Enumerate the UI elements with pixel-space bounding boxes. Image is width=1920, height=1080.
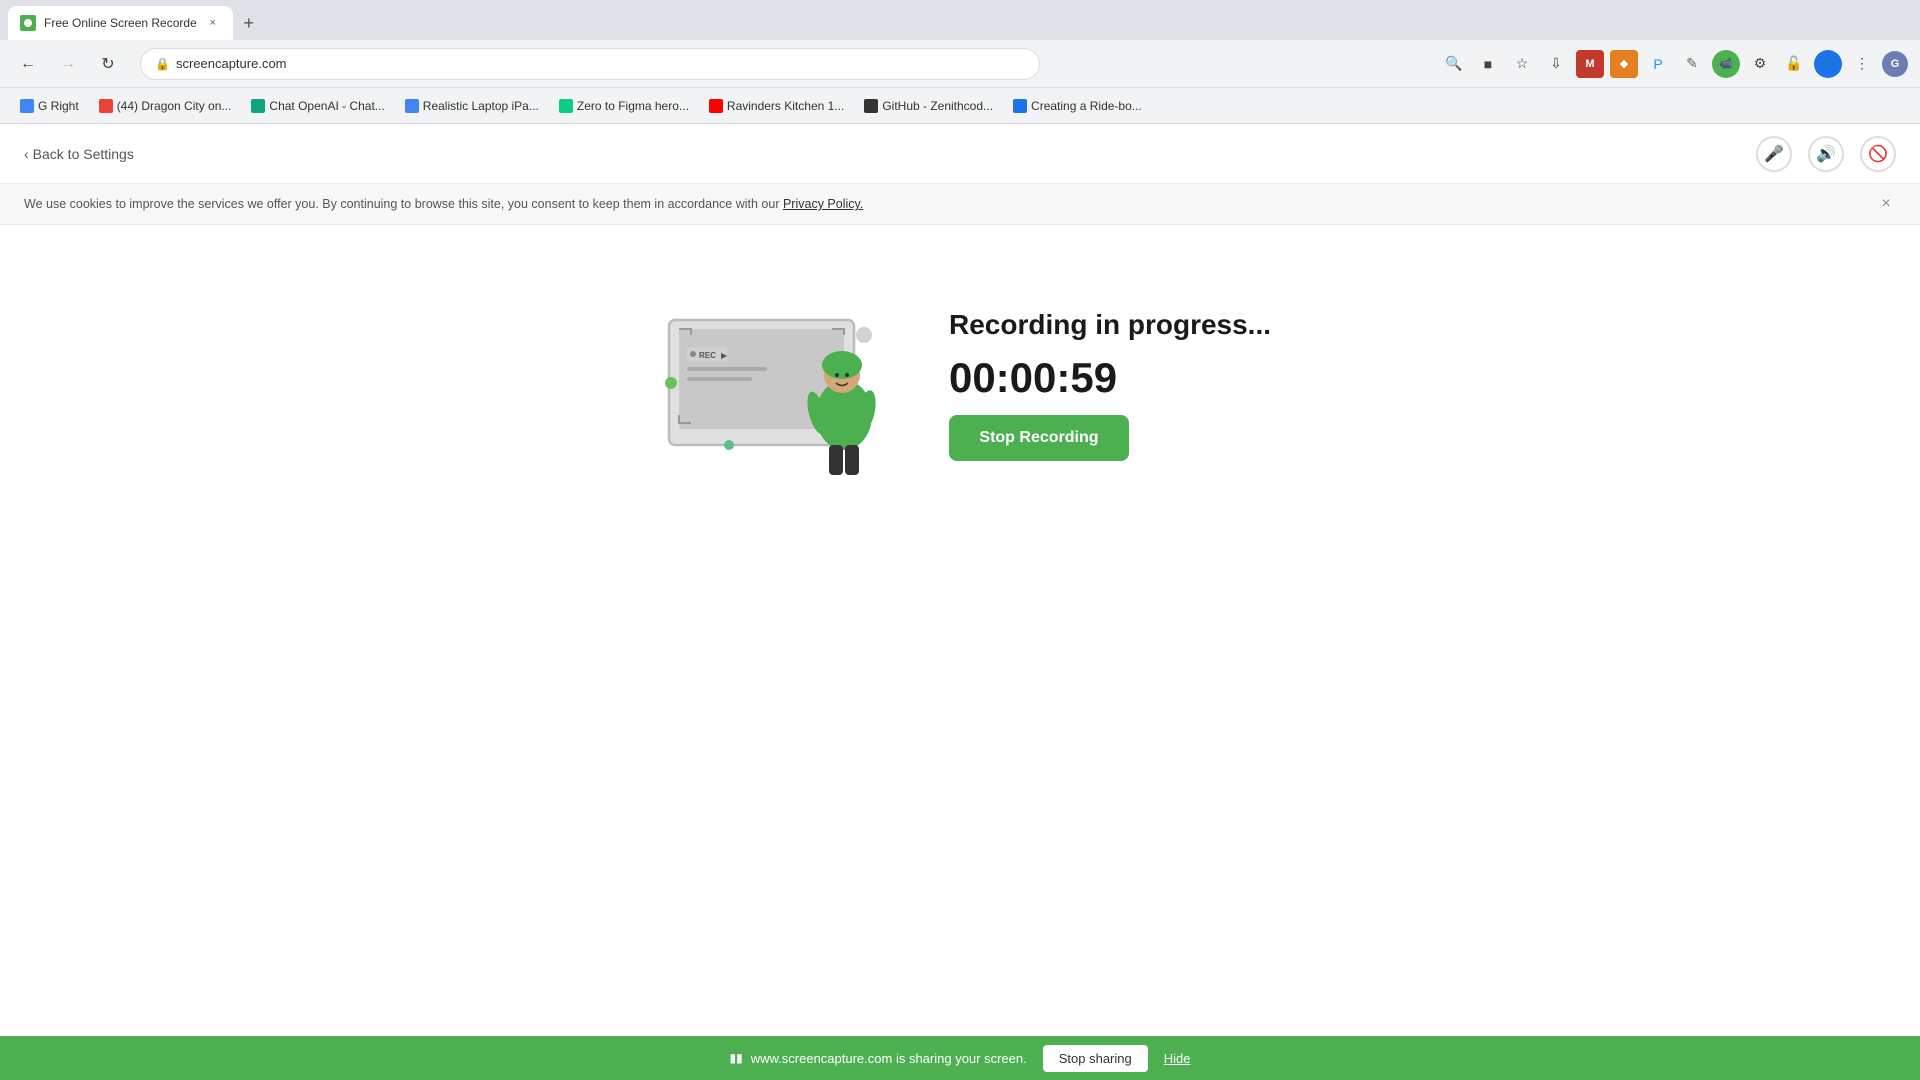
bookmark-label: Chat OpenAI - Chat... — [269, 99, 384, 113]
app-header: ‹ Back to Settings 🎤 🔊 🚫 — [0, 124, 1920, 184]
browser-frame: Free Online Screen Recorde × + ← → ↻ 🔒 s… — [0, 0, 1920, 1080]
bookmark-icon[interactable]: ☆ — [1508, 50, 1536, 78]
recording-illustration: REC ▶ — [649, 305, 889, 465]
bookmark-favicon — [709, 99, 723, 113]
toolbar-right: 🔍 ■ ☆ ⇩ M ◆ P ✎ 📹 ⚙ 🔓 👤 ⋮ G — [1440, 50, 1908, 78]
download-icon[interactable]: ⇩ — [1542, 50, 1570, 78]
pause-icon: ▮▮ — [730, 1051, 743, 1065]
forward-button[interactable]: → — [52, 48, 84, 80]
bookmark-label: Creating a Ride-bo... — [1031, 99, 1142, 113]
recording-info: Recording in progress... 00:00:59 Stop R… — [949, 309, 1271, 461]
ext1-icon[interactable]: M — [1576, 50, 1604, 78]
ext4-icon[interactable]: ✎ — [1678, 50, 1706, 78]
privacy-policy-link[interactable]: Privacy Policy. — [783, 197, 863, 211]
refresh-button[interactable]: ↻ — [92, 48, 124, 80]
address-bar[interactable]: 🔒 screencapture.com — [140, 48, 1040, 80]
recording-section: REC ▶ — [0, 225, 1920, 545]
tab-title: Free Online Screen Recorde — [44, 16, 197, 30]
ext8-icon[interactable]: 👤 — [1814, 50, 1842, 78]
active-tab[interactable]: Free Online Screen Recorde × — [8, 6, 233, 40]
sharing-info: ▮▮ www.screencapture.com is sharing your… — [730, 1051, 1027, 1066]
menu-icon[interactable]: ⋮ — [1848, 50, 1876, 78]
svg-text:REC: REC — [699, 351, 716, 360]
new-tab-button[interactable]: + — [235, 9, 263, 37]
back-button[interactable]: ← — [12, 48, 44, 80]
toolbar: ← → ↻ 🔒 screencapture.com 🔍 ■ ☆ ⇩ M ◆ P … — [0, 40, 1920, 88]
ext2-icon[interactable]: ◆ — [1610, 50, 1638, 78]
svg-text:▶: ▶ — [721, 351, 728, 360]
bookmark-label: Realistic Laptop iPa... — [423, 99, 539, 113]
bookmarks-bar: G Right (44) Dragon City on... Chat Open… — [0, 88, 1920, 124]
tab-favicon — [20, 15, 36, 31]
bookmark-favicon — [405, 99, 419, 113]
illustration-svg: REC ▶ — [649, 305, 899, 485]
ext6-icon[interactable]: ⚙ — [1746, 50, 1774, 78]
bookmark-label: GitHub - Zenithcod... — [882, 99, 993, 113]
bookmark-label: Zero to Figma hero... — [577, 99, 689, 113]
bookmark-item[interactable]: G Right — [12, 95, 87, 117]
bookmark-item[interactable]: Realistic Laptop iPa... — [397, 95, 547, 117]
bookmark-label: G Right — [38, 99, 79, 113]
stop-recording-button[interactable]: Stop Recording — [949, 415, 1129, 461]
bookmark-favicon — [1013, 99, 1027, 113]
speaker-icon-button[interactable]: 🔊 — [1808, 136, 1844, 172]
bookmark-favicon — [99, 99, 113, 113]
bookmark-favicon — [20, 99, 34, 113]
profile-avatar[interactable]: G — [1882, 51, 1908, 77]
back-arrow-icon: ‹ — [24, 146, 29, 162]
bookmark-label: (44) Dragon City on... — [117, 99, 232, 113]
screen-sharing-bar: ▮▮ www.screencapture.com is sharing your… — [0, 1036, 1920, 1080]
back-link-label: Back to Settings — [33, 146, 134, 162]
hide-button[interactable]: Hide — [1164, 1051, 1191, 1066]
bookmark-item[interactable]: Creating a Ride-bo... — [1005, 95, 1150, 117]
sharing-info-text: www.screencapture.com is sharing your sc… — [751, 1051, 1027, 1066]
ext5-icon[interactable]: 📹 — [1712, 50, 1740, 78]
bookmark-item[interactable]: Ravinders Kitchen 1... — [701, 95, 852, 117]
extensions-icon[interactable]: ■ — [1474, 50, 1502, 78]
stop-sharing-button[interactable]: Stop sharing — [1043, 1045, 1148, 1072]
tab-close-button[interactable]: × — [205, 15, 221, 31]
lock-icon: 🔒 — [155, 57, 170, 71]
bookmark-item[interactable]: GitHub - Zenithcod... — [856, 95, 1001, 117]
cookie-close-button[interactable]: × — [1876, 194, 1896, 214]
bookmark-favicon — [864, 99, 878, 113]
forbidden-icon-button[interactable]: 🚫 — [1860, 136, 1896, 172]
search-icon[interactable]: 🔍 — [1440, 50, 1468, 78]
tab-bar: Free Online Screen Recorde × + — [0, 0, 1920, 40]
mic-icon-button[interactable]: 🎤 — [1756, 136, 1792, 172]
bookmark-label: Ravinders Kitchen 1... — [727, 99, 844, 113]
recording-timer: 00:00:59 — [949, 357, 1271, 399]
bookmark-item[interactable]: Chat OpenAI - Chat... — [243, 95, 392, 117]
bookmark-favicon — [251, 99, 265, 113]
bookmark-item[interactable]: (44) Dragon City on... — [91, 95, 240, 117]
back-to-settings-link[interactable]: ‹ Back to Settings — [24, 146, 134, 162]
ext3-icon[interactable]: P — [1644, 50, 1672, 78]
header-icons: 🎤 🔊 🚫 — [1756, 136, 1896, 172]
ext7-icon[interactable]: 🔓 — [1780, 50, 1808, 78]
bookmark-favicon — [559, 99, 573, 113]
bookmark-item[interactable]: Zero to Figma hero... — [551, 95, 697, 117]
recording-status-text: Recording in progress... — [949, 309, 1271, 341]
page-content: ‹ Back to Settings 🎤 🔊 🚫 We use cookies … — [0, 124, 1920, 1080]
url-text: screencapture.com — [176, 56, 287, 71]
cookie-banner: We use cookies to improve the services w… — [0, 184, 1920, 225]
cookie-text: We use cookies to improve the services w… — [24, 197, 863, 211]
